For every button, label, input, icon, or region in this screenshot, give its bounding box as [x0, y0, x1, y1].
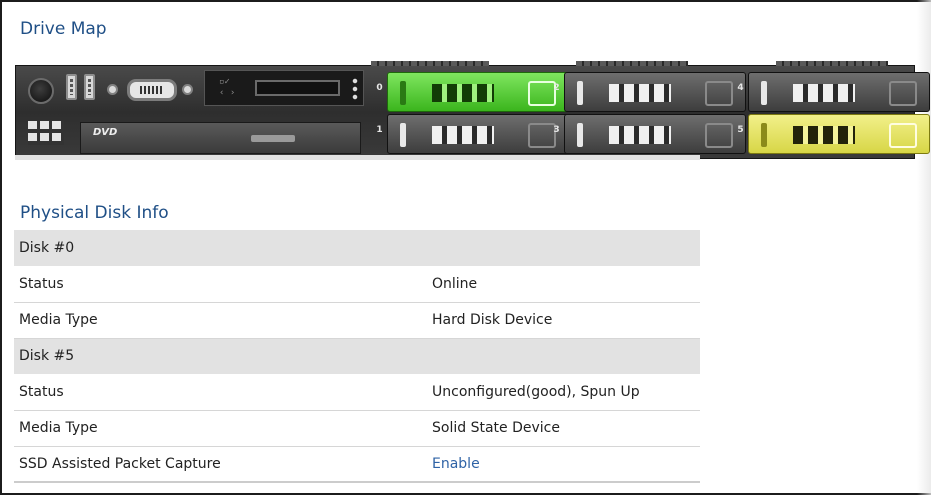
top-vent: [576, 61, 688, 66]
disk-group-header: Disk #5: [14, 338, 700, 374]
physical-disk-info-table: Disk #0 Status Online Media Type Hard Di…: [14, 230, 700, 483]
physical-disk-info-title: Physical Disk Info: [20, 203, 169, 223]
disk-header: Disk #5: [14, 338, 427, 374]
row-label: Media Type: [14, 302, 427, 339]
row-value: Unconfigured(good), Spun Up: [427, 374, 700, 411]
drive-handle-icon: [889, 123, 917, 148]
lcd-nav-icon: ▫✓ ‹ ›: [219, 77, 236, 98]
drive-latch-icon: [577, 81, 583, 105]
front-grille: [28, 121, 64, 145]
dvd-drive: DVD: [80, 122, 361, 154]
row-label: Status: [14, 374, 427, 411]
drive-map-title: Drive Map: [20, 19, 107, 39]
lcd-display: [255, 80, 340, 96]
usb-port-icon: [84, 74, 95, 100]
drive-grille: [793, 84, 855, 102]
server-front-panel: ▫✓ ‹ › DVD 0 1 2 3 4 5: [15, 61, 930, 159]
drive-bay-3[interactable]: 3: [553, 114, 746, 154]
usb-port-icon: [66, 74, 77, 100]
drive-latch-icon: [400, 123, 406, 147]
vga-port-icon: [127, 79, 177, 101]
disk-header-spacer: [427, 338, 700, 374]
port-icon: [107, 84, 118, 95]
disk-group-header: Disk #0: [14, 230, 700, 266]
row-label: SSD Assisted Packet Capture: [14, 446, 427, 483]
ssd-capture-cell: Enable: [427, 446, 700, 483]
bay-number: 3: [553, 125, 560, 135]
drive-grille: [432, 84, 494, 102]
chassis-base: [15, 155, 700, 160]
row-value: Hard Disk Device: [427, 302, 700, 339]
dvd-eject-button: [251, 135, 295, 142]
bay-number: 1: [376, 125, 383, 135]
drive-latch-icon: [577, 123, 583, 147]
disk-header-spacer: [427, 230, 700, 266]
table-row: Media Type Hard Disk Device: [14, 302, 700, 339]
top-vent: [371, 61, 489, 66]
port-icon: [182, 84, 193, 95]
drive-bay-2[interactable]: 2: [553, 72, 746, 112]
drive-grille: [432, 126, 494, 144]
top-vent: [776, 61, 888, 66]
row-label: Media Type: [14, 410, 427, 447]
drive-bay-1[interactable]: 1: [376, 114, 569, 154]
row-label: Status: [14, 266, 427, 303]
disk-header: Disk #0: [14, 230, 427, 266]
drive-grille: [793, 126, 855, 144]
dvd-logo: DVD: [93, 127, 118, 138]
table-row: SSD Assisted Packet Capture Enable: [14, 446, 700, 483]
row-value: Solid State Device: [427, 410, 700, 447]
bay-number: 5: [737, 125, 744, 135]
drive-grille: [609, 126, 671, 144]
drive-grille: [609, 84, 671, 102]
drive-bay-0[interactable]: 0: [376, 72, 569, 112]
enable-ssd-capture-link[interactable]: Enable: [432, 456, 480, 472]
bay-number: 4: [737, 83, 744, 93]
drive-latch-icon: [761, 123, 767, 147]
table-row: Status Unconfigured(good), Spun Up: [14, 374, 700, 411]
drive-handle-icon: [889, 81, 917, 106]
table-row: Status Online: [14, 266, 700, 303]
row-value: Online: [427, 266, 700, 303]
bay-number: 2: [553, 83, 560, 93]
table-row: Media Type Solid State Device: [14, 410, 700, 447]
drive-bay-5[interactable]: 5: [737, 114, 930, 154]
bay-number: 0: [376, 83, 383, 93]
drive-latch-icon: [400, 81, 406, 105]
status-leds: [352, 77, 358, 101]
drive-handle-icon: [705, 81, 733, 106]
drive-latch-icon: [761, 81, 767, 105]
drive-bay-4[interactable]: 4: [737, 72, 930, 112]
power-button-icon: [28, 78, 54, 104]
drive-handle-icon: [705, 123, 733, 148]
lcd-control-panel: ▫✓ ‹ ›: [204, 70, 364, 106]
